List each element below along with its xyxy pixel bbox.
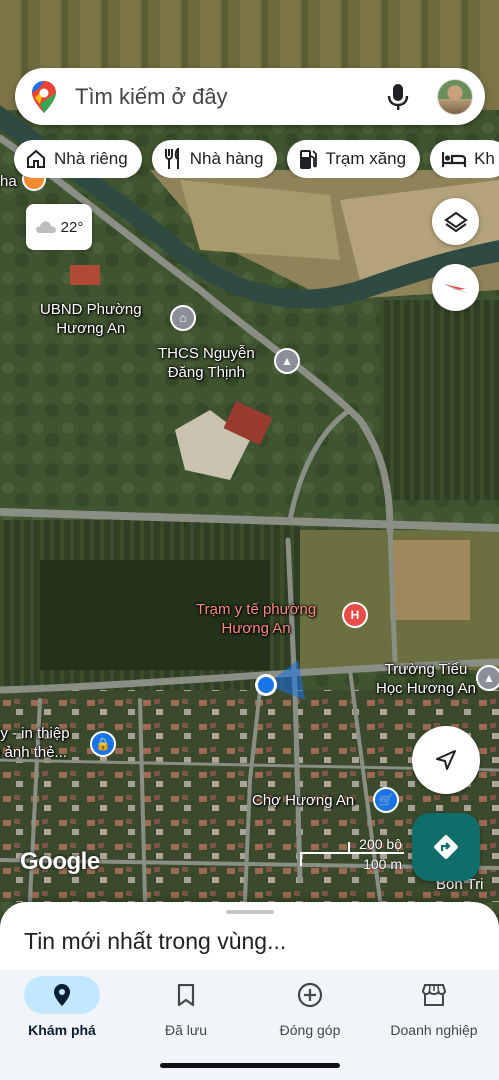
search-bar[interactable]: Tìm kiếm ở đây [15,68,485,125]
navigation-arrow-icon [436,750,456,770]
layers-button[interactable] [432,198,479,245]
category-chips: Nhà riêng Nhà hàng Trạm xăng Kh [14,140,499,178]
add-circle-icon [297,982,323,1008]
microphone-icon[interactable] [387,83,409,111]
chip-gas-station[interactable]: Trạm xăng [287,140,421,178]
chip-label: Nhà riêng [54,149,128,168]
poi-tram-y-te[interactable]: Trạm y tế phường Hương An [196,600,316,638]
bottom-navigation: Khám phá Đã lưu Đóng góp Doanh nghiệp [0,970,499,1080]
poi-in-thiep[interactable]: py - in thiệpp ảnh thẻ... [0,724,70,762]
tab-label: Đã lưu [164,1022,208,1038]
hospital-icon[interactable]: H [342,602,368,628]
gas-station-icon [300,150,318,169]
poi-ubnd[interactable]: UBND Phường Hương An [40,300,142,338]
chip-label: Trạm xăng [325,149,407,168]
tab-saved[interactable]: Đã lưu [124,976,248,1046]
chip-label: Nhà hàng [189,149,264,168]
scale-metric: 100 m [363,856,402,872]
poi-cho-huong-an[interactable]: Chợ Hương An [252,791,354,810]
storefront-icon [421,984,447,1006]
poi-thcs[interactable]: THCS Nguyễn Đăng Thịnh [158,344,255,382]
tab-label: Doanh nghiệp [390,1022,478,1038]
sheet-drag-handle[interactable] [226,910,274,914]
bookmark-icon [177,984,195,1006]
compass-icon [443,283,468,293]
cloud-icon [35,221,56,233]
location-pin-icon [54,984,70,1006]
restaurant-icon [164,148,179,169]
tab-explore[interactable]: Khám phá [0,976,124,1046]
school-icon[interactable]: ▲ [476,665,499,691]
poi-truong-tieu-hoc[interactable]: Trường Tiểu Học Hương An [376,660,476,698]
school-icon[interactable]: ▲ [274,348,300,374]
weather-badge[interactable]: 22° [26,204,92,250]
profile-avatar[interactable] [437,78,473,115]
sheet-title: Tin mới nhất trong vùng... [24,928,287,954]
layers-icon [443,211,468,232]
chip-hotel[interactable]: Kh [430,140,499,178]
home-icon [27,149,45,168]
compass-button[interactable] [432,264,479,311]
tab-label: Đóng góp [279,1022,341,1038]
home-indicator[interactable] [160,1063,340,1068]
tab-label: Khám phá [28,1022,96,1038]
directions-icon [434,835,458,859]
my-location-button[interactable] [412,726,480,794]
hotel-icon [442,152,467,167]
government-icon[interactable]: ⌂ [170,305,196,331]
map-scale: 200 bộ 100 m [300,834,410,874]
tab-business[interactable]: Doanh nghiệp [372,976,496,1046]
shopping-cart-icon[interactable]: 🛒 [373,787,399,813]
google-maps-logo-icon [32,80,56,113]
chip-home[interactable]: Nhà riêng [14,140,142,178]
google-attribution: Google [20,848,100,875]
chip-restaurant[interactable]: Nhà hàng [151,140,278,178]
chip-label: Kh [474,149,495,168]
shopping-bag-icon[interactable]: 🔒 [90,731,116,757]
scale-imperial: 200 bộ [359,836,402,852]
tab-contribute[interactable]: Đóng góp [248,976,372,1046]
weather-temp: 22° [60,218,84,236]
directions-button[interactable] [412,813,480,881]
search-input[interactable]: Tìm kiếm ở đây [75,84,387,110]
